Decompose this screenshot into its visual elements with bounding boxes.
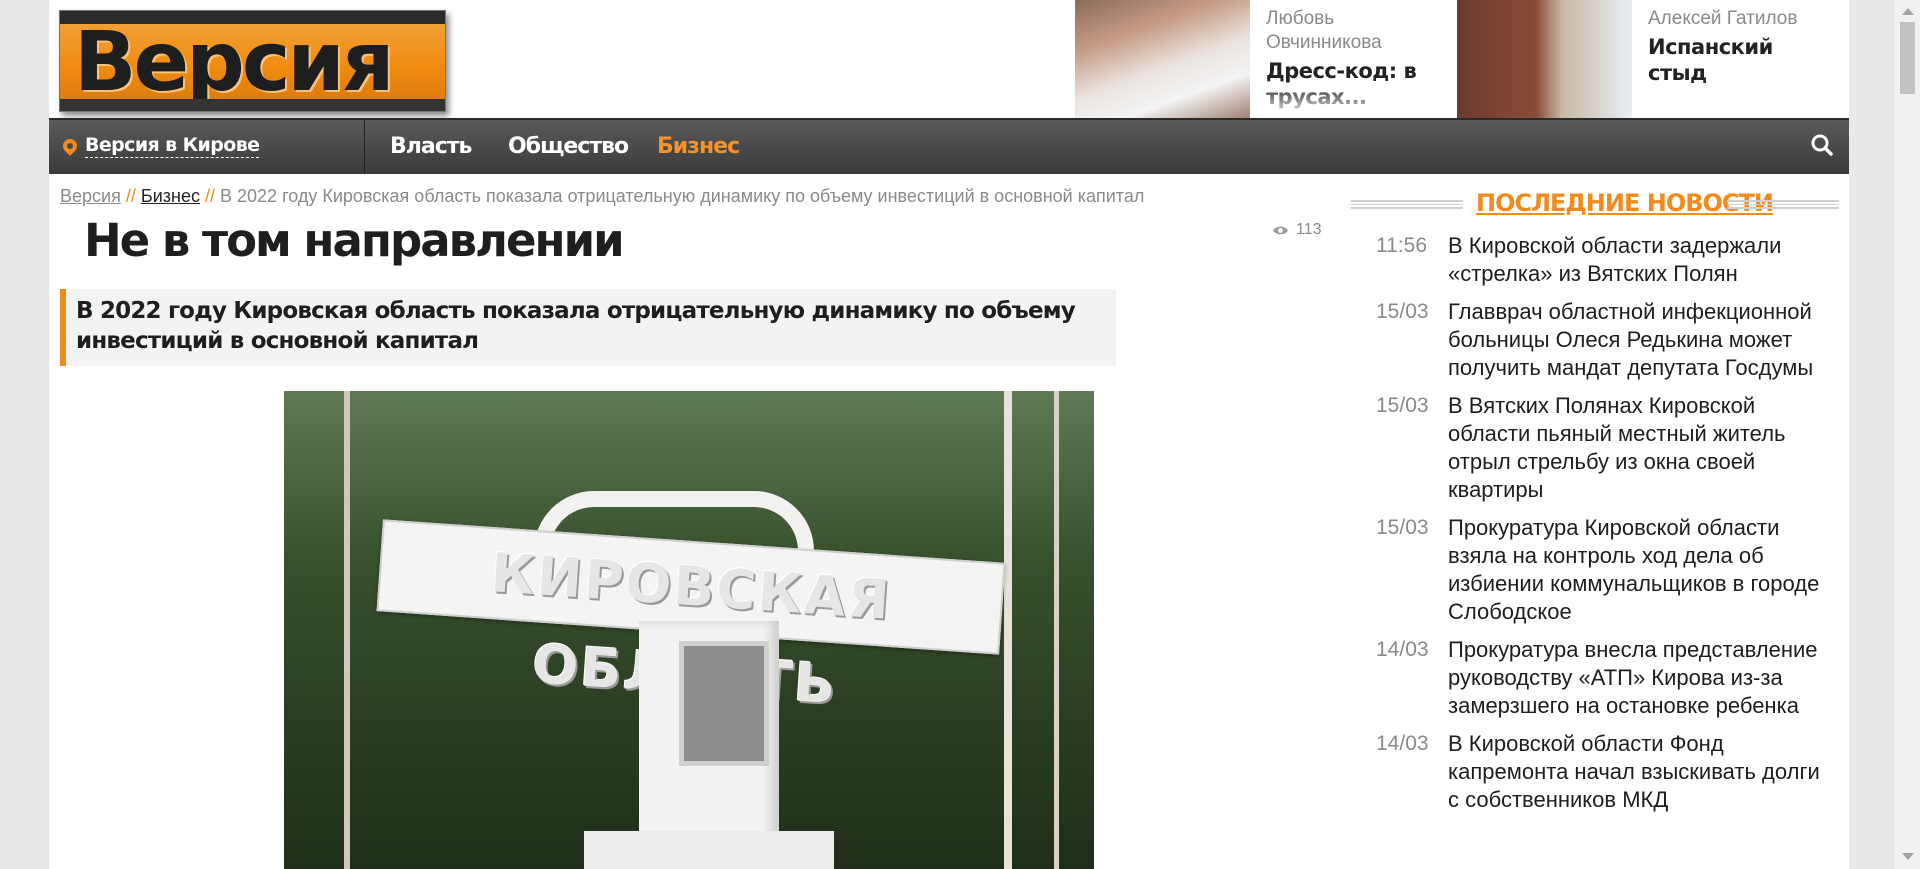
nav-city-selector[interactable]: Версия в Кирове <box>49 120 365 174</box>
promo-author-1[interactable]: Любовь Овчинникова <box>1266 7 1426 55</box>
page: Версия Любовь Овчинникова Дресс-код: в т… <box>49 0 1849 869</box>
news-item[interactable]: 15/03 Главврач областной инфекционной бо… <box>1376 298 1836 382</box>
sign-emblem <box>679 641 769 766</box>
search-icon[interactable] <box>1811 134 1833 156</box>
promo-image-1[interactable] <box>1075 0 1250 118</box>
news-item[interactable]: 15/03 В Вятских Полянах Кировской област… <box>1376 392 1836 504</box>
news-item[interactable]: 15/03 Прокуратура Кировской области взял… <box>1376 514 1836 626</box>
news-link[interactable]: В Вятских Полянах Кировской области пьян… <box>1448 392 1833 504</box>
page-scrollbar[interactable] <box>1895 0 1920 869</box>
nav-item-vlast[interactable]: Власть <box>390 133 472 161</box>
nav-city-label[interactable]: Версия в Кирове <box>85 133 260 158</box>
photo-tree <box>344 391 350 869</box>
news-link[interactable]: Прокуратура Кировской области взяла на к… <box>1448 514 1833 626</box>
site-header: Версия Любовь Овчинникова Дресс-код: в т… <box>49 0 1849 118</box>
nav-item-biznes[interactable]: Бизнес <box>657 133 740 161</box>
photo-tree <box>1004 391 1012 869</box>
news-link[interactable]: В Кировской области Фонд капремонта нача… <box>1448 730 1833 814</box>
breadcrumb-separator: // <box>204 186 215 206</box>
breadcrumb-separator: // <box>125 186 136 206</box>
news-link[interactable]: Прокуратура внесла представление руковод… <box>1448 636 1833 720</box>
eye-icon <box>1273 226 1288 235</box>
scroll-thumb[interactable] <box>1900 22 1915 94</box>
news-link[interactable]: Главврач областной инфекционной больницы… <box>1448 298 1833 382</box>
news-item[interactable]: 14/03 Прокуратура внесла представление р… <box>1376 636 1836 720</box>
promo-author-2[interactable]: Алексей Гатилов <box>1648 7 1838 31</box>
latest-news-list: 11:56 В Кировской области задержали «стр… <box>1376 232 1836 824</box>
news-time: 14/03 <box>1376 638 1429 661</box>
breadcrumb-current: В 2022 году Кировская область показала о… <box>220 186 1145 206</box>
sidebar-header: ПОСЛЕДНИЕ НОВОСТИ <box>1351 184 1839 222</box>
breadcrumb: Версия // Бизнес // В 2022 году Кировска… <box>60 184 1144 208</box>
article-lead: В 2022 году Кировская область показала о… <box>60 289 1116 366</box>
promo-fade <box>1266 84 1436 118</box>
news-time: 11:56 <box>1376 234 1427 257</box>
promo-image-2[interactable] <box>1457 0 1632 118</box>
scroll-down-arrow-icon[interactable] <box>1902 853 1914 860</box>
news-link[interactable]: В Кировской области задержали «стрелка» … <box>1448 232 1833 288</box>
promo-title-2[interactable]: Испанский стыд <box>1648 34 1838 86</box>
sidebar-header-lines <box>1727 200 1839 209</box>
main-nav: Версия в Кирове Власть Общество Бизнес <box>49 118 1849 174</box>
news-time: 15/03 <box>1376 516 1429 539</box>
scroll-up-arrow-icon[interactable] <box>1902 8 1914 15</box>
views-count: 113 <box>1296 221 1322 238</box>
news-time: 14/03 <box>1376 732 1429 755</box>
sidebar-header-lines <box>1351 200 1463 209</box>
logo-wordmark: Версия <box>74 15 395 110</box>
sidebar-title[interactable]: ПОСЛЕДНИЕ НОВОСТИ <box>1476 188 1774 218</box>
breadcrumb-section-link[interactable]: Бизнес <box>141 186 200 206</box>
news-item[interactable]: 11:56 В Кировской области задержали «стр… <box>1376 232 1836 288</box>
article-photo[interactable]: КИРОВСКАЯ ОБЛАСТЬ <box>284 391 1094 869</box>
logo-bottom-strip <box>60 99 445 111</box>
location-pin-icon <box>60 136 80 156</box>
news-time: 15/03 <box>1376 394 1429 417</box>
news-time: 15/03 <box>1376 300 1429 323</box>
news-item[interactable]: 14/03 В Кировской области Фонд капремонт… <box>1376 730 1836 814</box>
sign-base <box>584 831 834 869</box>
photo-tree <box>1054 391 1059 869</box>
site-logo[interactable]: Версия <box>59 10 446 112</box>
nav-item-obshchestvo[interactable]: Общество <box>508 133 629 161</box>
breadcrumb-home-link[interactable]: Версия <box>60 186 121 206</box>
article-title: Не в том направлении <box>84 214 625 267</box>
